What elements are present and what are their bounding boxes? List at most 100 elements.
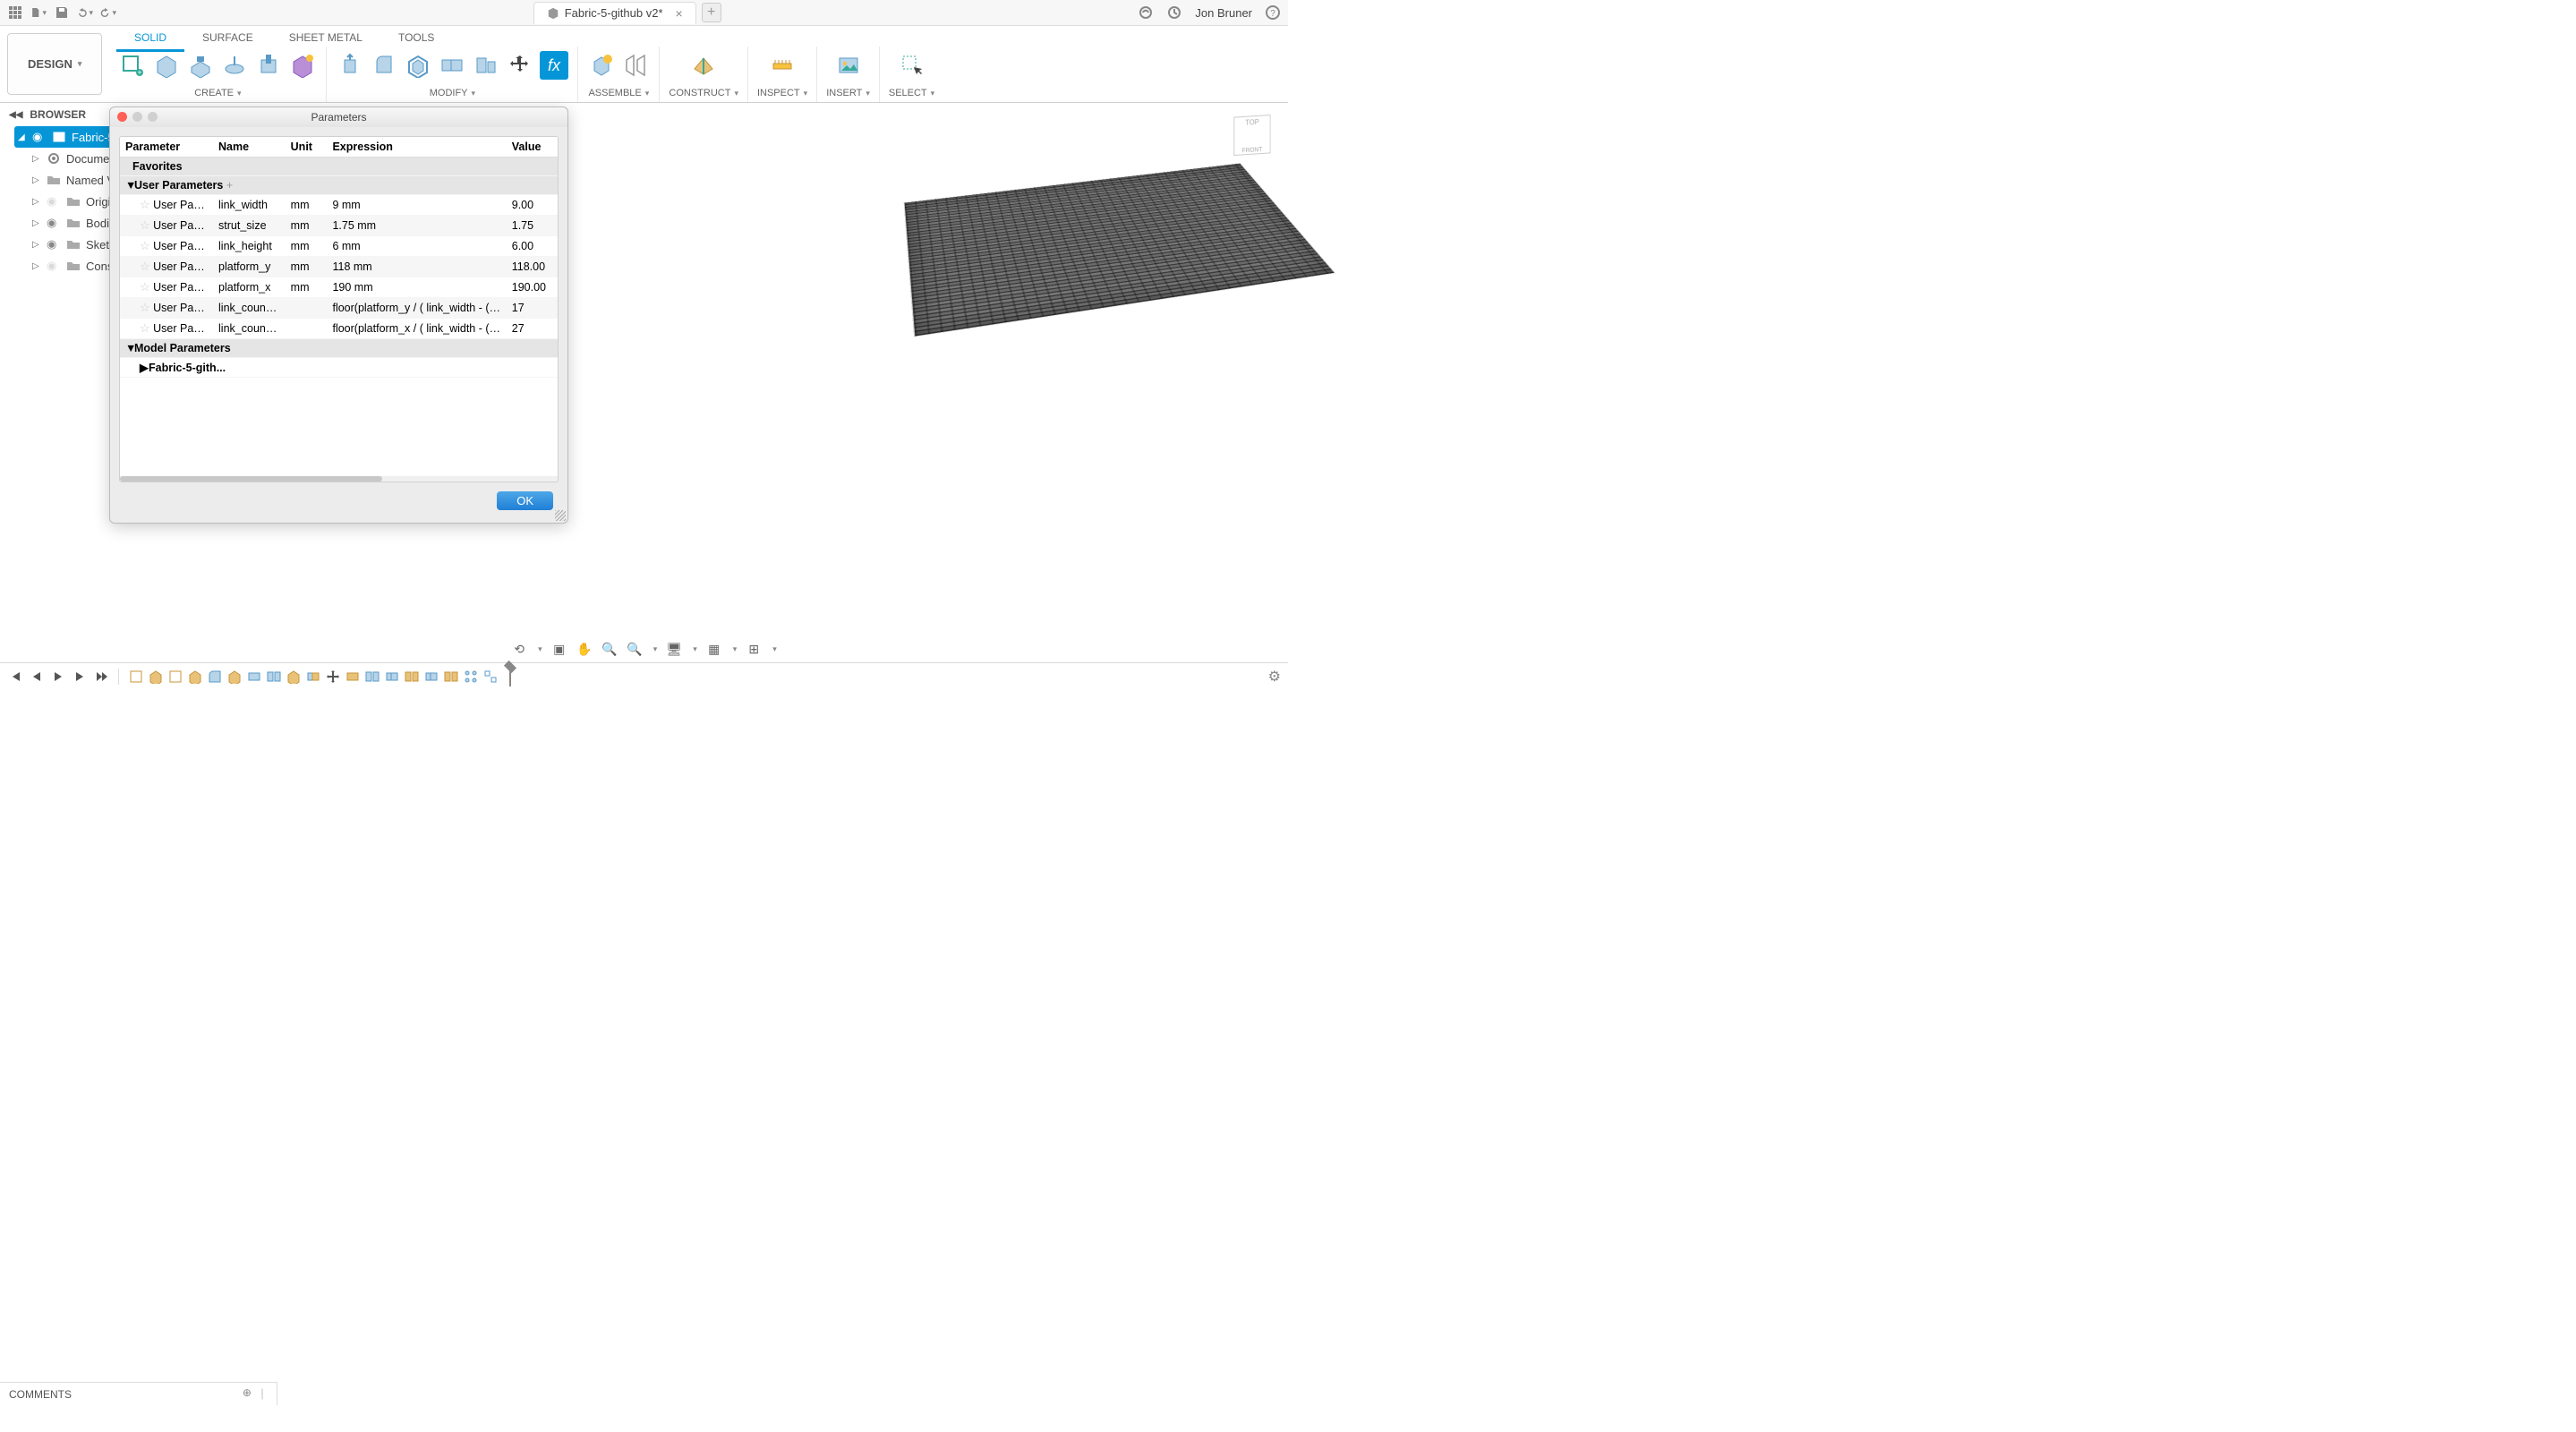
new-component-icon[interactable] (587, 51, 616, 80)
timeline-marker[interactable] (502, 667, 518, 686)
param-row[interactable]: ☆ User Para...link_count_xfloor(platform… (120, 319, 558, 339)
col-unit[interactable]: Unit (286, 137, 328, 158)
view-cube[interactable] (1233, 115, 1270, 156)
timeline-play-icon[interactable] (50, 669, 66, 685)
feature-mirror-icon[interactable] (404, 669, 420, 685)
feature-sketch-icon[interactable] (167, 669, 183, 685)
align-icon[interactable] (472, 51, 500, 80)
measure-icon[interactable] (768, 51, 797, 80)
col-expression[interactable]: Expression (327, 137, 506, 158)
section-favorites[interactable]: Favorites (120, 158, 558, 176)
model-sub-row[interactable]: ▶Fabric-5-gith... (120, 358, 558, 378)
help-icon[interactable]: ? (1265, 4, 1281, 21)
close-tab-icon[interactable]: × (676, 6, 683, 21)
timeline-next-icon[interactable] (72, 669, 88, 685)
feature-sketch-icon[interactable] (128, 669, 144, 685)
timeline-settings-icon[interactable]: ⚙ (1268, 668, 1281, 686)
select-icon[interactable] (898, 51, 926, 80)
param-row[interactable]: ☆ User Para...strut_sizemm1.75 mm1.75 (120, 216, 558, 236)
display-settings-icon[interactable]: 🖥 (666, 641, 682, 657)
tab-sheet-metal[interactable]: SHEET METAL (271, 26, 380, 52)
user-name[interactable]: Jon Bruner (1195, 6, 1252, 20)
feature-pattern-icon[interactable] (482, 669, 499, 685)
feature-fillet-icon[interactable] (207, 669, 223, 685)
pan-icon[interactable]: ✋ (576, 641, 593, 657)
timeline-prev-icon[interactable] (29, 669, 45, 685)
star-icon[interactable]: ☆ (140, 280, 150, 294)
col-name[interactable]: Name (213, 137, 286, 158)
param-row[interactable]: ☆ User Para...link_count_yfloor(platform… (120, 298, 558, 319)
col-parameter[interactable]: Parameter (120, 137, 213, 158)
star-icon[interactable]: ☆ (140, 198, 150, 211)
file-icon[interactable]: ▾ (30, 4, 47, 21)
timeline-start-icon[interactable] (7, 669, 23, 685)
section-user-parameters[interactable]: ▼User Parameters + (120, 176, 558, 195)
minimize-window-icon[interactable] (132, 112, 142, 122)
tab-tools[interactable]: TOOLS (380, 26, 452, 52)
feature-mirror-icon[interactable] (266, 669, 282, 685)
viewport-icon[interactable]: ⊞ (746, 641, 762, 657)
feature-combine-icon[interactable] (384, 669, 400, 685)
box-icon[interactable] (152, 51, 181, 80)
feature-plane-icon[interactable] (246, 669, 262, 685)
joint-icon[interactable] (621, 51, 650, 80)
feature-extrude-icon[interactable] (187, 669, 203, 685)
move-icon[interactable] (506, 51, 534, 80)
form-icon[interactable] (288, 51, 317, 80)
app-grid-icon[interactable] (7, 4, 23, 21)
undo-icon[interactable]: ▾ (77, 4, 93, 21)
feature-move-icon[interactable] (325, 669, 341, 685)
feature-mirror-icon[interactable] (364, 669, 380, 685)
job-status-icon[interactable] (1166, 4, 1182, 21)
feature-extrude-icon[interactable] (148, 669, 164, 685)
section-model-parameters[interactable]: ▼Model Parameters (120, 339, 558, 358)
timeline-end-icon[interactable] (93, 669, 109, 685)
zoom-icon[interactable]: 🔍 (601, 641, 618, 657)
construct-plane-icon[interactable] (689, 51, 718, 80)
zoom-window-icon[interactable] (148, 112, 158, 122)
star-icon[interactable]: ☆ (140, 239, 150, 252)
feature-combine-icon[interactable] (423, 669, 439, 685)
param-row[interactable]: ☆ User Para...link_heightmm6 mm6.00 (120, 236, 558, 257)
star-icon[interactable]: ☆ (140, 321, 150, 335)
look-at-icon[interactable]: ▣ (551, 641, 567, 657)
feature-mirror-icon[interactable] (443, 669, 459, 685)
orbit-icon[interactable]: ⟲ (511, 641, 527, 657)
feature-combine-icon[interactable] (305, 669, 321, 685)
star-icon[interactable]: ☆ (140, 260, 150, 273)
tab-solid[interactable]: SOLID (116, 26, 184, 52)
fit-icon[interactable]: 🔍 (627, 641, 643, 657)
star-icon[interactable]: ☆ (140, 301, 150, 314)
comments-collapse-icon[interactable]: ｜ (257, 1386, 268, 1402)
param-row[interactable]: ☆ User Para...platform_xmm190 mm190.00 (120, 277, 558, 298)
param-row[interactable]: ☆ User Para...platform_ymm118 mm118.00 (120, 257, 558, 277)
hole-icon[interactable] (254, 51, 283, 80)
revolve-icon[interactable] (220, 51, 249, 80)
document-tab[interactable]: Fabric-5-github v2* × (533, 2, 696, 24)
insert-image-icon[interactable] (834, 51, 863, 80)
save-icon[interactable] (54, 4, 70, 21)
dialog-titlebar[interactable]: Parameters (110, 107, 567, 127)
resize-handle[interactable] (555, 510, 566, 521)
model-preview[interactable] (904, 163, 1335, 337)
param-row[interactable]: ☆ User Para...link_widthmm9 mm9.00 (120, 195, 558, 216)
shell-icon[interactable] (404, 51, 432, 80)
horizontal-scrollbar[interactable] (120, 476, 558, 482)
fillet-icon[interactable] (370, 51, 398, 80)
feature-extrude-icon[interactable] (226, 669, 243, 685)
combine-icon[interactable] (438, 51, 466, 80)
col-value[interactable]: Value (507, 137, 558, 158)
redo-icon[interactable]: ▾ (100, 4, 116, 21)
close-window-icon[interactable] (117, 112, 127, 122)
comments-add-icon[interactable]: ⊕ (243, 1386, 252, 1402)
grid-settings-icon[interactable]: ▦ (706, 641, 722, 657)
extrude-icon[interactable] (186, 51, 215, 80)
comments-panel[interactable]: COMMENTS ⊕｜ (0, 1382, 277, 1405)
ok-button[interactable]: OK (497, 491, 553, 510)
parameters-icon[interactable]: fx (540, 51, 568, 80)
feature-pattern-icon[interactable] (463, 669, 479, 685)
tab-surface[interactable]: SURFACE (184, 26, 271, 52)
feature-plane-icon[interactable] (345, 669, 361, 685)
press-pull-icon[interactable] (336, 51, 364, 80)
feature-extrude-icon[interactable] (286, 669, 302, 685)
